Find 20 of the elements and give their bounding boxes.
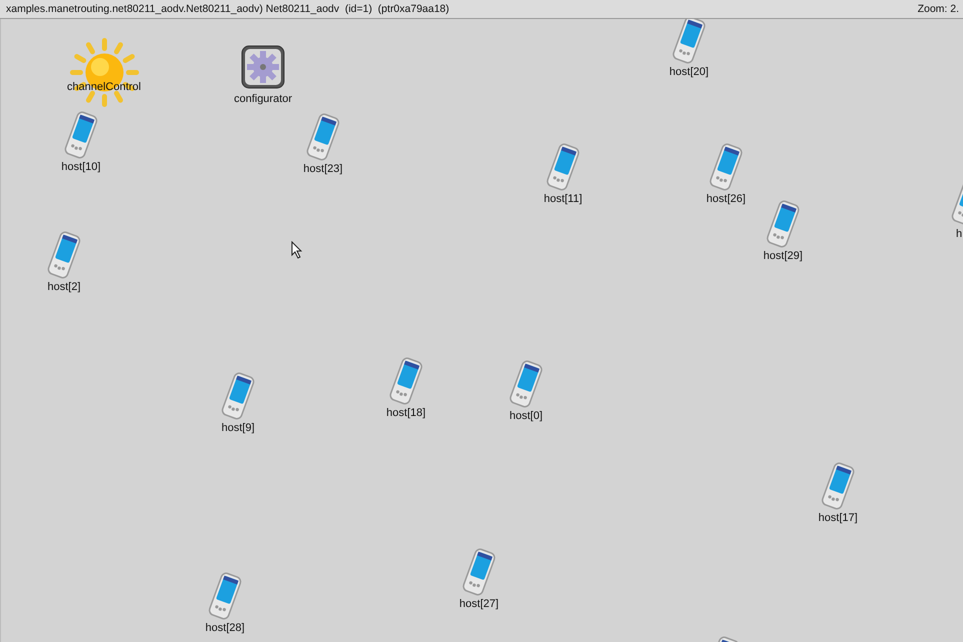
cursor-icon [291,241,303,259]
node-label: host[0] [509,410,543,422]
node-label: h [956,228,962,240]
node-label: host[27] [459,598,499,610]
gear-icon [241,45,285,89]
node-label: host[28] [205,622,245,634]
node-label: host[29] [763,250,803,262]
node-label: host[23] [303,163,343,175]
node-label: configurator [234,93,292,105]
window-title: xamples.manetrouting.net80211_aodv.Net80211_aodv) Net80211_aodv (id=1) (ptr0xa79aa18) [6,3,450,15]
node-label: host[17] [818,512,858,524]
node-label: host[2] [47,281,81,293]
node-label: host[26] [706,193,746,205]
node-label: host[11] [544,193,582,205]
node-label: host[9] [221,422,255,434]
node-label: host[10] [61,161,101,173]
zoom-label: Zoom: 2. [918,3,959,15]
node-label: host[18] [386,407,426,419]
node-label: host[20] [669,66,709,78]
sun-icon [68,36,140,109]
